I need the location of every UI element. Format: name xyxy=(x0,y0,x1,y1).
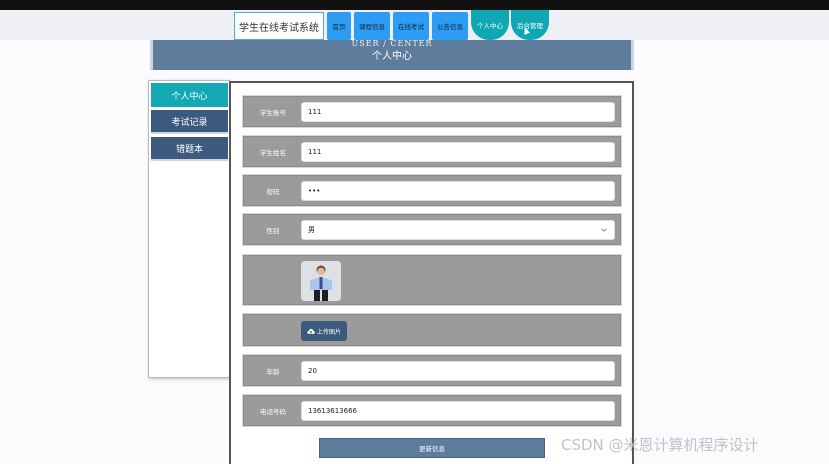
password-input[interactable]: ••• xyxy=(301,181,615,201)
form-row-name: 学生姓名 111 xyxy=(242,135,622,168)
form-row-age: 年龄 20 xyxy=(242,354,622,387)
phone-input[interactable]: 13613613666 xyxy=(301,401,615,421)
banner-subtitle: USER / CENTER xyxy=(351,39,433,48)
person-photo-icon xyxy=(301,261,341,301)
update-info-button[interactable]: 更新信息 xyxy=(319,438,545,458)
page-banner: USER / CENTER 个人中心 xyxy=(150,40,634,70)
nav-home[interactable]: 首页 xyxy=(327,12,351,40)
form-row-password: 密码 ••• xyxy=(242,174,622,207)
sidebar-item-wrong-questions[interactable]: 错题本 xyxy=(151,137,228,161)
phone-label: 电话号码 xyxy=(260,407,286,416)
watermark: CSDN @米恩计算机程序设计 xyxy=(561,436,759,454)
password-label: 密码 xyxy=(266,187,280,196)
name-input[interactable]: 111 xyxy=(301,142,615,162)
nav-online-exam[interactable]: 在线考试 xyxy=(393,12,429,40)
top-black-bar xyxy=(0,0,829,10)
upload-image-button[interactable]: 上传图片 xyxy=(301,321,347,341)
chevron-down-icon xyxy=(601,228,607,232)
name-label: 学生姓名 xyxy=(260,148,286,157)
form-row-account: 学生账号 111 xyxy=(242,95,622,128)
sidebar-item-personal-center[interactable]: 个人中心 xyxy=(151,83,228,107)
age-input[interactable]: 20 xyxy=(301,361,615,381)
form-row-upload: 上传图片 xyxy=(242,313,622,347)
site-brand[interactable]: 学生在线考试系统 xyxy=(234,12,324,40)
gender-label: 性别 xyxy=(266,226,280,235)
profile-form-panel: 学生账号 111 学生姓名 111 密码 ••• 性别 男 上传图片 年龄 20… xyxy=(229,81,634,464)
gender-select[interactable]: 男 xyxy=(301,220,615,240)
form-row-phone: 电话号码 13613613666 xyxy=(242,394,622,427)
cloud-upload-icon xyxy=(307,328,315,334)
form-row-photo xyxy=(242,254,622,306)
page-title: 个人中心 xyxy=(372,51,412,62)
account-label: 学生账号 xyxy=(260,108,286,117)
nav-announcements[interactable]: 公告信息 xyxy=(432,12,468,40)
sidebar-item-exam-records[interactable]: 考试记录 xyxy=(151,110,228,134)
upload-button-label: 上传图片 xyxy=(316,328,341,336)
nav-courses[interactable]: 课程信息 xyxy=(354,12,390,40)
avatar-photo xyxy=(301,261,341,301)
age-label: 年龄 xyxy=(266,367,280,376)
sidebar: 个人中心 考试记录 错题本 xyxy=(148,80,230,378)
form-row-gender: 性别 男 xyxy=(242,213,622,246)
account-input[interactable]: 111 xyxy=(301,102,615,122)
gender-value: 男 xyxy=(308,226,315,234)
